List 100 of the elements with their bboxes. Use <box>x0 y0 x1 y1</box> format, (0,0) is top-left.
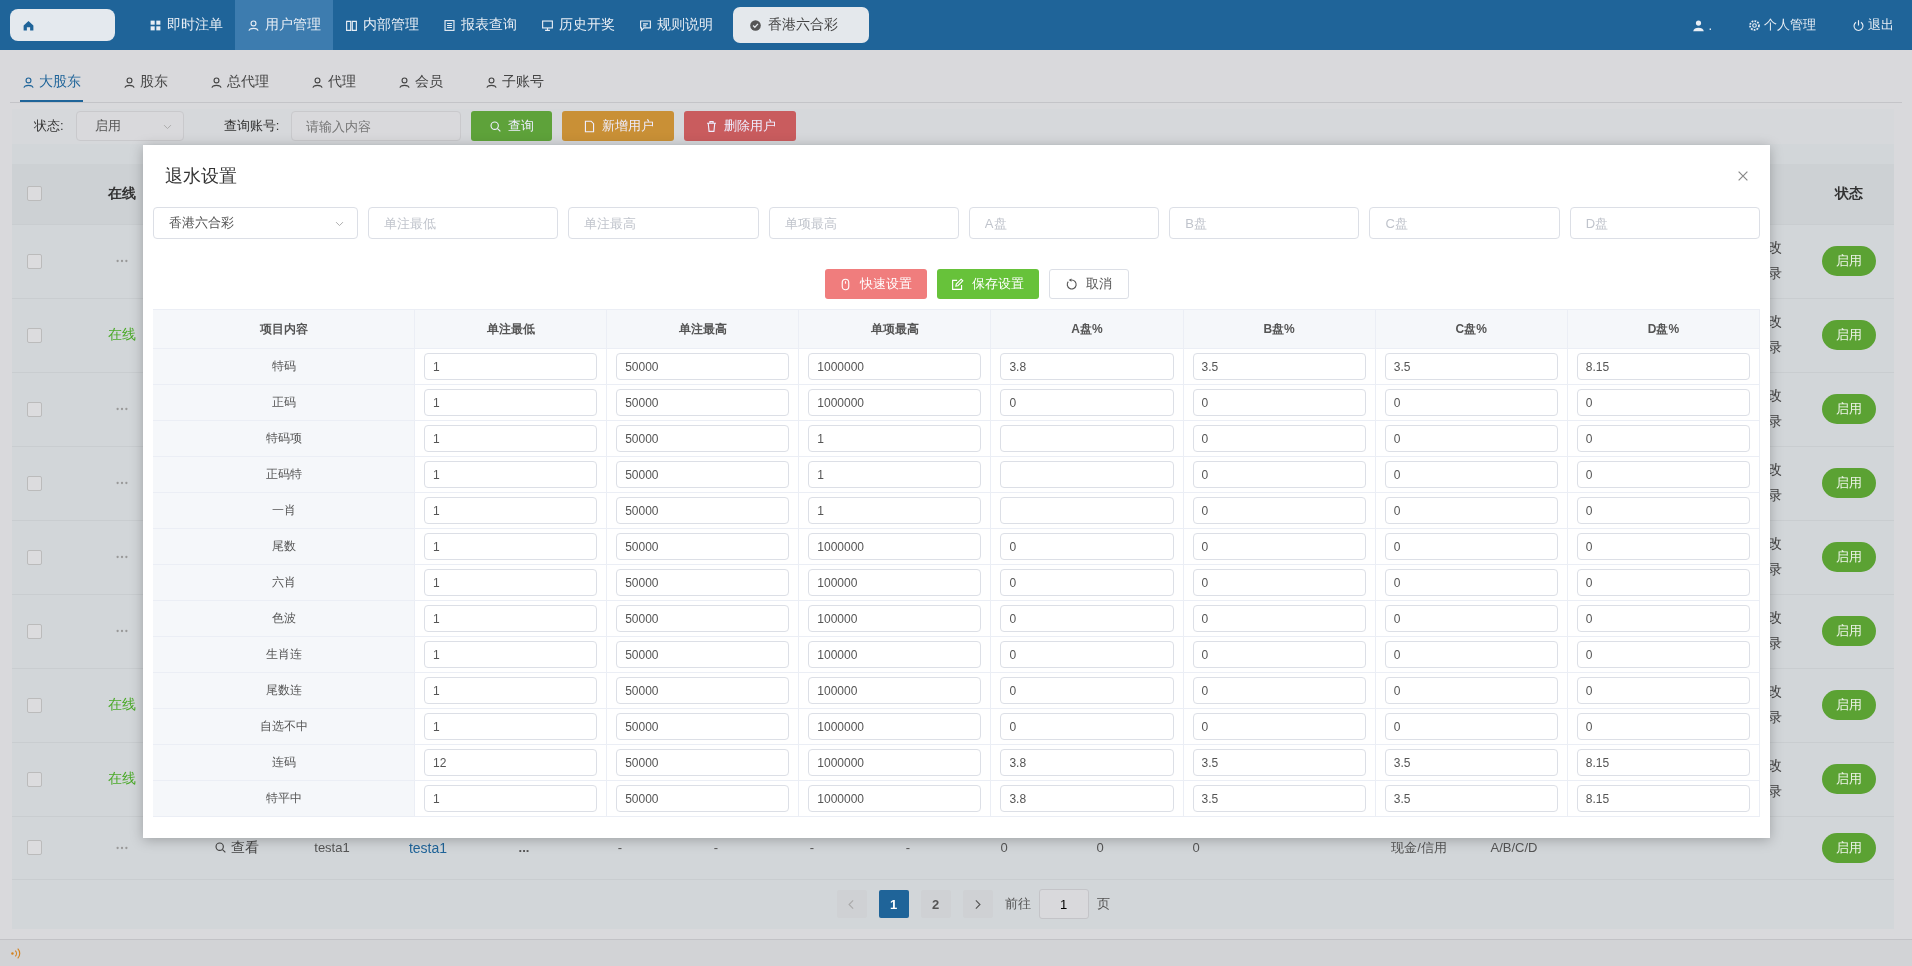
value-field[interactable]: 1 <box>424 641 598 668</box>
value-field[interactable]: 0 <box>1384 713 1558 740</box>
filter-field[interactable]: C盘 <box>1369 207 1560 239</box>
checkbox[interactable] <box>26 475 42 491</box>
value-field[interactable]: 0 <box>1576 713 1750 740</box>
value-field[interactable]: 0 <box>1384 641 1558 668</box>
filter-field[interactable]: 单项最高 <box>768 207 959 239</box>
page-button[interactable]: 2 <box>920 890 951 919</box>
value-field[interactable]: 0 <box>1000 389 1174 416</box>
value-field[interactable]: 1 <box>424 677 598 704</box>
value-field[interactable]: 0 <box>1000 713 1174 740</box>
close-button[interactable] <box>1736 169 1750 183</box>
value-field[interactable]: 1 <box>424 713 598 740</box>
view-link[interactable]: 查看 <box>207 837 265 858</box>
value-field[interactable]: 50000 <box>616 641 790 668</box>
next-page-button[interactable] <box>962 890 993 919</box>
value-field[interactable]: 1 <box>424 605 598 632</box>
nav-item[interactable]: 内部管理 <box>333 0 431 50</box>
value-field[interactable]: 1 <box>808 425 982 452</box>
game-select[interactable]: 香港六合彩 <box>153 207 358 239</box>
value-field[interactable]: 0 <box>1192 533 1366 560</box>
value-field[interactable]: 0 <box>1000 641 1174 668</box>
filter-field[interactable]: 单注最低 <box>368 207 559 239</box>
user-menu[interactable]: . <box>1686 16 1718 34</box>
value-field[interactable]: 0 <box>1384 605 1558 632</box>
value-field[interactable]: 0 <box>1384 533 1558 560</box>
value-field[interactable]: 1 <box>424 533 598 560</box>
page-button[interactable]: 1 <box>878 890 909 919</box>
checkbox[interactable] <box>26 771 42 787</box>
value-field[interactable]: 1000000 <box>808 785 982 812</box>
value-field[interactable]: 3.5 <box>1192 785 1366 812</box>
sub-tab[interactable]: 股东 <box>121 72 170 102</box>
value-field[interactable]: 0 <box>1384 425 1558 452</box>
checkbox[interactable] <box>26 840 42 856</box>
value-field[interactable]: 3.8 <box>1000 353 1174 380</box>
value-field[interactable]: 50000 <box>616 569 790 596</box>
value-field[interactable]: 1 <box>808 497 982 524</box>
value-field[interactable]: 1000000 <box>808 353 982 380</box>
value-field[interactable]: 50000 <box>616 605 790 632</box>
value-field[interactable]: 0 <box>1384 389 1558 416</box>
sub-tab[interactable]: 大股东 <box>20 72 83 102</box>
checkbox[interactable] <box>26 623 42 639</box>
value-field[interactable]: 0 <box>1192 641 1366 668</box>
nav-item[interactable]: 用户管理 <box>235 0 333 50</box>
value-field[interactable]: 0 <box>1000 605 1174 632</box>
previous-page-button[interactable] <box>836 890 867 919</box>
value-field[interactable]: 0 <box>1192 569 1366 596</box>
value-field[interactable]: 50000 <box>616 713 790 740</box>
value-field[interactable]: 0 <box>1192 713 1366 740</box>
value-field[interactable]: 50000 <box>616 497 790 524</box>
sub-tab[interactable]: 会员 <box>396 72 445 102</box>
value-field[interactable]: 0 <box>1576 533 1750 560</box>
value-field[interactable]: 100000 <box>808 605 982 632</box>
checkbox[interactable] <box>26 549 42 565</box>
value-field[interactable]: 0 <box>1576 461 1750 488</box>
value-field[interactable]: 1000000 <box>808 713 982 740</box>
value-field[interactable]: 12 <box>424 749 598 776</box>
value-field[interactable]: 1 <box>424 425 598 452</box>
value-field[interactable]: 1 <box>424 353 598 380</box>
filter-field[interactable]: A盘 <box>968 207 1160 239</box>
value-field[interactable]: 8.15 <box>1576 353 1750 380</box>
account-field[interactable]: 请输入内容 <box>291 111 462 142</box>
value-field[interactable]: 0 <box>1384 497 1558 524</box>
checkbox[interactable] <box>26 401 42 417</box>
value-field[interactable]: 0 <box>1576 605 1750 632</box>
settings-link[interactable]: 个人管理 <box>1742 15 1822 35</box>
filter-field[interactable]: 单注最高 <box>568 207 759 239</box>
filter-field[interactable]: D盘 <box>1569 207 1760 239</box>
value-field[interactable]: 0 <box>1384 677 1558 704</box>
cancel-button[interactable]: 取消 <box>1048 269 1129 299</box>
checkbox[interactable] <box>26 697 42 713</box>
value-field[interactable]: 100000 <box>808 569 982 596</box>
account-link[interactable]: testa1 <box>408 839 448 856</box>
filter-field[interactable]: B盘 <box>1169 207 1360 239</box>
value-field[interactable]: 0 <box>1576 569 1750 596</box>
value-field[interactable]: 3.5 <box>1384 749 1558 776</box>
value-field[interactable]: 0 <box>1384 569 1558 596</box>
value-field[interactable]: 1 <box>424 569 598 596</box>
value-field[interactable]: 0 <box>1192 389 1366 416</box>
value-field[interactable]: 1000000 <box>808 389 982 416</box>
page-field[interactable]: 1 <box>1038 889 1089 920</box>
value-field[interactable]: 3.8 <box>1000 749 1174 776</box>
nav-item[interactable]: 规则说明 <box>627 0 725 50</box>
value-field[interactable]: 1 <box>808 461 982 488</box>
home-button[interactable] <box>10 9 115 41</box>
value-field[interactable] <box>1000 425 1174 452</box>
value-field[interactable]: 0 <box>1576 677 1750 704</box>
value-field[interactable]: 0 <box>1192 425 1366 452</box>
game-tab[interactable]: 香港六合彩 <box>733 7 869 43</box>
value-field[interactable]: 1 <box>424 497 598 524</box>
value-field[interactable]: 3.5 <box>1192 353 1366 380</box>
value-field[interactable]: 8.15 <box>1576 785 1750 812</box>
sub-tab[interactable]: 代理 <box>309 72 358 102</box>
value-field[interactable]: 0 <box>1384 461 1558 488</box>
value-field[interactable]: 50000 <box>616 677 790 704</box>
value-field[interactable]: 0 <box>1192 605 1366 632</box>
status-select[interactable]: 启用 <box>75 111 184 142</box>
value-field[interactable]: 3.5 <box>1384 785 1558 812</box>
value-field[interactable]: 3.5 <box>1192 749 1366 776</box>
value-field[interactable]: 0 <box>1000 569 1174 596</box>
